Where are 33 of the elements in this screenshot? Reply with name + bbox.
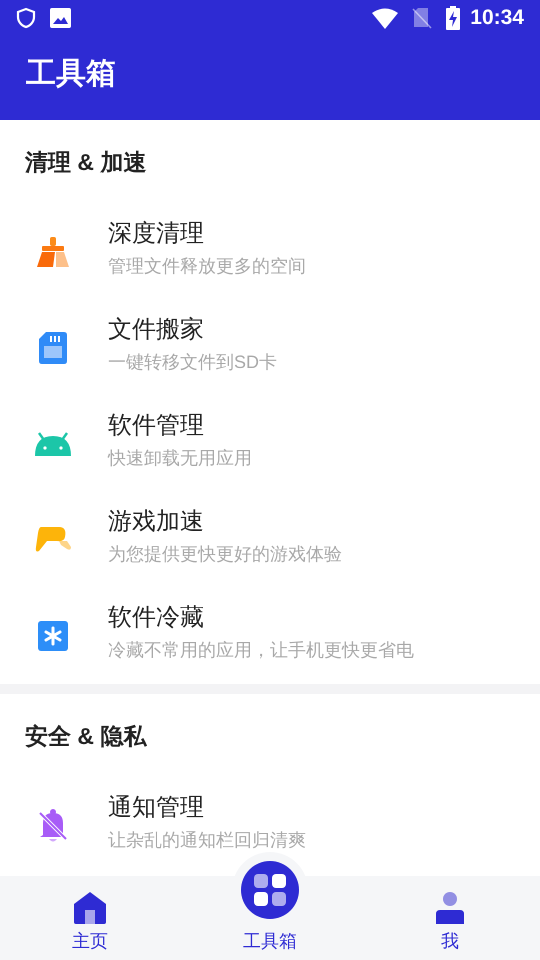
section-title: 安全 & 隐私	[25, 722, 146, 751]
tool-description: 让杂乱的通知栏回归清爽	[108, 829, 306, 852]
sd-card-icon	[39, 332, 67, 364]
tool-description: 快速卸载无用应用	[108, 447, 252, 470]
tool-title[interactable]: 通知管理	[108, 792, 306, 824]
broom-icon	[37, 237, 69, 267]
home-icon	[74, 892, 106, 924]
tool-title[interactable]: 软件冷藏	[108, 602, 414, 634]
snowflake-icon	[38, 621, 68, 651]
tool-description: 管理文件释放更多的空间	[108, 255, 306, 278]
gamepad-icon	[35, 527, 71, 553]
shield-icon	[16, 7, 36, 29]
grid-icon[interactable]	[241, 861, 299, 919]
tool-title[interactable]: 文件搬家	[108, 314, 278, 346]
nav-tab[interactable]: 我	[441, 930, 459, 952]
nav-tab[interactable]: 工具箱	[243, 930, 297, 952]
muted-bell-icon	[38, 809, 68, 843]
tool-title[interactable]: 深度清理	[108, 218, 306, 250]
tool-description: 一键转移文件到SD卡	[108, 351, 278, 374]
android-icon	[35, 432, 71, 456]
page-title: 工具箱	[26, 56, 116, 92]
no-sim-icon	[412, 7, 432, 29]
tool-description: 冷藏不常用的应用，让手机更快更省电	[108, 639, 414, 662]
status-time: 10:34	[470, 5, 524, 32]
wifi-icon	[372, 8, 398, 28]
tool-title[interactable]: 软件管理	[108, 410, 252, 442]
nav-tab[interactable]: 主页	[72, 930, 108, 952]
tool-title[interactable]: 游戏加速	[108, 506, 342, 538]
tool-description: 为您提供更快更好的游戏体验	[108, 543, 342, 566]
battery-charging-icon	[446, 6, 460, 30]
section-title: 清理 & 加速	[25, 148, 146, 177]
person-icon	[436, 892, 464, 924]
image-icon	[50, 8, 71, 28]
